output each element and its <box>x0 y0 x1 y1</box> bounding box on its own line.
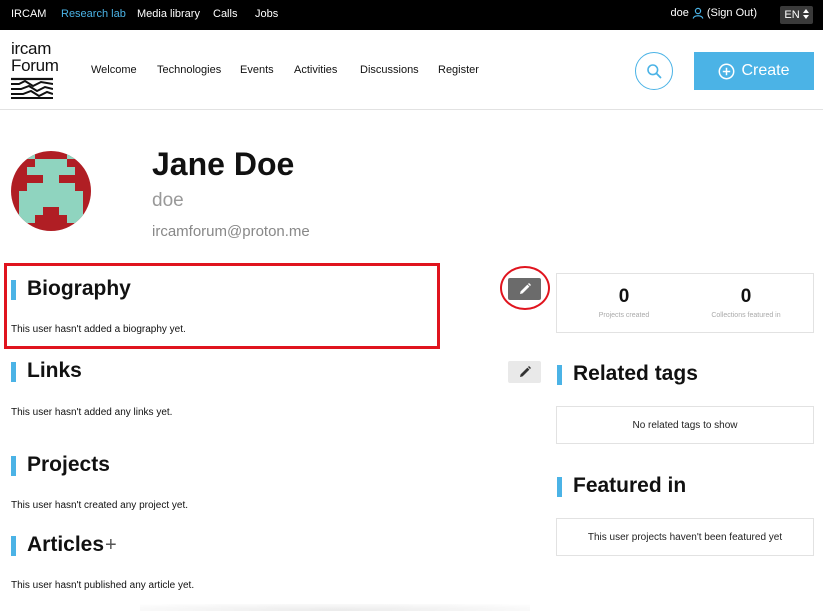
articles-title: Articles <box>27 533 105 556</box>
edit-button-highlight-circle <box>500 266 550 310</box>
main-header: ircam Forum Welcome Technologies Events … <box>0 30 823 110</box>
stat-projects-created-value: 0 <box>618 286 630 307</box>
sort-icon <box>802 8 809 22</box>
profile-username: doe <box>152 190 184 211</box>
stat-projects-created: 0 Projects created <box>569 286 679 319</box>
language-select[interactable]: EN <box>780 6 813 24</box>
edit-links-button[interactable] <box>508 361 541 383</box>
projects-text: This user hasn't created any project yet… <box>11 500 188 511</box>
articles-accent-bar <box>11 536 16 556</box>
nav-register[interactable]: Register <box>438 64 479 76</box>
related-tags-card: No related tags to show <box>556 406 814 444</box>
related-tags-title: Related tags <box>573 362 698 385</box>
top-link-media-library[interactable]: Media library <box>137 8 200 20</box>
featured-in-accent-bar <box>557 477 562 497</box>
nav-activities[interactable]: Activities <box>294 64 337 76</box>
projects-accent-bar <box>11 456 16 476</box>
top-link-research-lab[interactable]: Research lab <box>61 8 126 20</box>
top-link-jobs[interactable]: Jobs <box>255 8 278 20</box>
related-tags-accent-bar <box>557 365 562 385</box>
links-accent-bar <box>11 362 16 382</box>
user-icon <box>692 7 704 19</box>
featured-in-card: This user projects haven't been featured… <box>556 518 814 556</box>
featured-in-title: Featured in <box>573 474 687 497</box>
stat-collections-featured-value: 0 <box>740 286 752 307</box>
create-button[interactable]: Create <box>694 52 814 90</box>
search-icon <box>647 64 662 79</box>
biography-highlight-box <box>4 263 440 349</box>
profile-email: ircamforum@proton.me <box>152 223 310 240</box>
sign-out-link[interactable]: (Sign Out) <box>707 7 757 19</box>
search-button[interactable] <box>635 52 673 90</box>
user-name-link[interactable]: doe <box>671 7 689 19</box>
links-text: This user hasn't added any links yet. <box>11 407 173 418</box>
top-bar: IRCAM Research lab Media library Calls J… <box>0 0 823 30</box>
plus-circle-icon <box>719 63 735 79</box>
logo-waves-icon <box>11 77 53 99</box>
stat-collections-featured: 0 Collections featured in <box>691 286 801 319</box>
language-value: EN <box>784 9 800 21</box>
projects-title: Projects <box>27 453 110 476</box>
top-link-ircam[interactable]: IRCAM <box>11 8 46 20</box>
stat-collections-featured-label: Collections featured in <box>711 312 781 319</box>
bottom-shadow <box>140 604 530 611</box>
links-title: Links <box>27 359 82 382</box>
articles-text: This user hasn't published any article y… <box>11 580 195 591</box>
nav-events[interactable]: Events <box>240 64 274 76</box>
ircam-forum-logo[interactable]: ircam Forum <box>11 39 59 99</box>
nav-technologies[interactable]: Technologies <box>157 64 221 76</box>
nav-discussions[interactable]: Discussions <box>360 64 419 76</box>
avatar <box>11 151 91 231</box>
add-article-button[interactable]: + <box>105 535 117 555</box>
profile-name: Jane Doe <box>152 146 295 182</box>
logo-line-2: Forum <box>11 56 59 75</box>
nav-welcome[interactable]: Welcome <box>91 64 137 76</box>
create-label: Create <box>741 62 790 79</box>
logo-line-1: ircam <box>11 39 52 58</box>
user-menu: doe (Sign Out) <box>671 7 758 19</box>
stats-card: 0 Projects created 0 Collections feature… <box>556 273 814 333</box>
stat-projects-created-label: Projects created <box>598 312 650 319</box>
pencil-icon <box>519 366 531 377</box>
identicon-avatar-icon <box>19 151 83 223</box>
top-link-calls[interactable]: Calls <box>213 8 237 20</box>
